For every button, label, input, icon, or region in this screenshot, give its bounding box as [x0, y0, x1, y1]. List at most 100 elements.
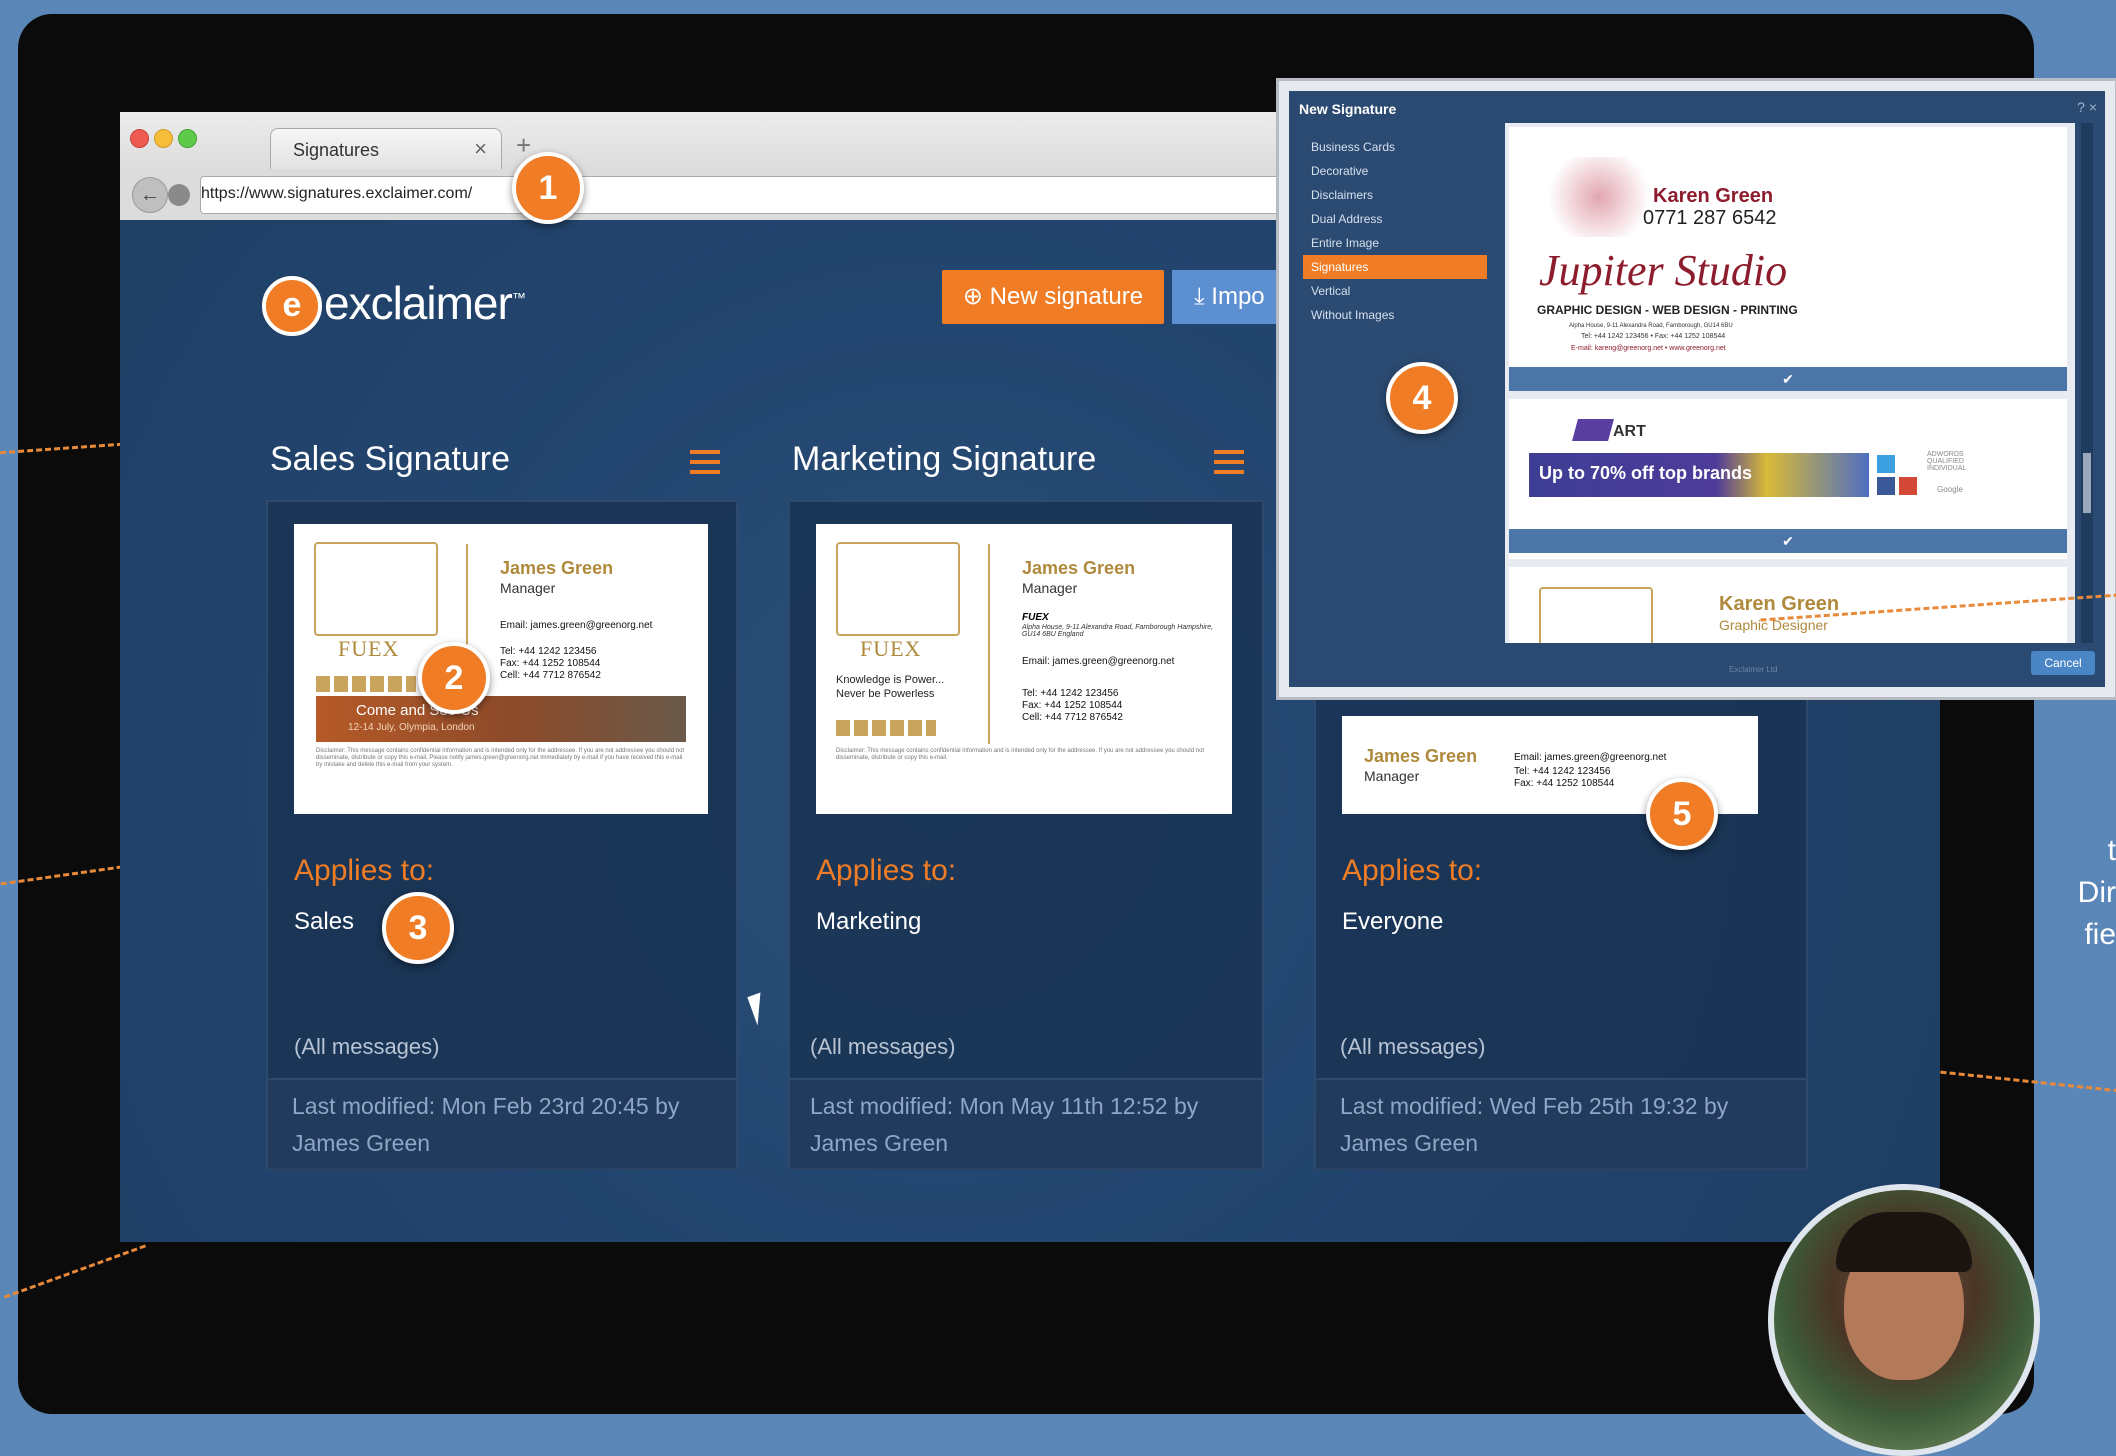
- template-tagline: GRAPHIC DESIGN - WEB DESIGN - PRINTING: [1537, 303, 1798, 317]
- company-address: Alpha House, 9-11 Alexandra Road, Farnbo…: [1022, 624, 1214, 638]
- sig-fax: Fax: +44 1252 108544: [1514, 778, 1615, 789]
- sig-role: Manager: [500, 580, 556, 596]
- google-text: Google: [1937, 485, 1963, 494]
- applies-label: Applies to:: [1342, 854, 1483, 887]
- dialog-controls[interactable]: ? ×: [2077, 99, 2097, 115]
- callout-badge-4: 4: [1386, 362, 1458, 434]
- category-decorative[interactable]: Decorative: [1303, 159, 1487, 183]
- sig-email: Email: james.green@greenorg.net: [1022, 656, 1175, 667]
- applies-value: Sales: [294, 908, 355, 935]
- dialog-title: New Signature: [1299, 101, 1397, 117]
- company-line: FUEX: [1022, 612, 1049, 623]
- sig-name: James Green: [1364, 746, 1478, 766]
- template-phone: 0771 287 6542: [1643, 207, 1777, 229]
- close-window-button[interactable]: [130, 129, 149, 148]
- plus-circle-icon: ⊕: [962, 283, 990, 310]
- category-without-images[interactable]: Without Images: [1303, 303, 1487, 327]
- tab-title: Signatures: [293, 140, 380, 160]
- card-footer: Last modified: Wed Feb 25th 19:32 by Jam…: [1316, 1078, 1806, 1170]
- signature-card[interactable]: FUEX James Green Manager Email: james.gr…: [266, 500, 738, 1170]
- floral-ornament-icon: [1539, 157, 1659, 237]
- scrollbar-thumb[interactable]: [2083, 453, 2091, 513]
- callout-badge-3: 3: [382, 892, 454, 964]
- dialog-footer: Exclaimer Ltd: [1729, 665, 1778, 674]
- applies-label: Applies to:: [816, 854, 957, 887]
- tagline-2: Never be Powerless: [836, 688, 935, 700]
- tab-close-icon[interactable]: ×: [474, 136, 487, 162]
- sig-email: Email: james.green@greenorg.net: [500, 620, 653, 631]
- template-studio: Jupiter Studio: [1539, 246, 1788, 295]
- disclaimer: Disclaimer: This message contains confid…: [836, 748, 1205, 761]
- cancel-button[interactable]: Cancel: [2031, 651, 2095, 675]
- sig-tel: Tel: +44 1242 123456: [1514, 766, 1611, 777]
- side-caption: t Dir fie: [2077, 834, 2116, 951]
- card-footer: Last modified: Mon Feb 23rd 20:45 by Jam…: [268, 1078, 736, 1170]
- user-avatar: [1768, 1184, 2040, 1456]
- menu-icon[interactable]: [690, 450, 720, 480]
- google-plus-icon: [1899, 477, 1917, 495]
- minimize-window-button[interactable]: [154, 129, 173, 148]
- template-brand: ART: [1613, 423, 1646, 440]
- tab-signatures[interactable]: Signatures ×: [270, 128, 502, 169]
- applies-value: Everyone: [1342, 908, 1444, 935]
- signature-card[interactable]: FUEX Knowledge is Power... Never be Powe…: [788, 500, 1264, 1170]
- template-card[interactable]: ART Up to 70% off top brands ADWORDS QUA…: [1509, 399, 2067, 559]
- category-vertical[interactable]: Vertical: [1303, 279, 1487, 303]
- category-entire-image[interactable]: Entire Image: [1303, 231, 1487, 255]
- adwords-badge: ADWORDS QUALIFIED INDIVIDUAL: [1927, 451, 1967, 472]
- template-name: Karen Green: [1653, 185, 1774, 207]
- tagline-1: Knowledge is Power...: [836, 674, 945, 686]
- scope-label: (All messages): [810, 1034, 956, 1059]
- promo-banner[interactable]: Up to 70% off top brands: [1529, 453, 1869, 497]
- category-list: Business Cards Decorative Disclaimers Du…: [1303, 135, 1487, 327]
- last-modified: Last modified: Mon May 11th 12:52 by Jam…: [810, 1093, 1199, 1156]
- art-logo-icon: [1572, 419, 1614, 441]
- divider: [988, 544, 990, 744]
- company-name: FUEX: [338, 636, 400, 661]
- template-name: Karen Green: [1719, 593, 1840, 615]
- exclaimer-logo-icon: e: [262, 276, 322, 336]
- eagle-logo-icon: [1539, 587, 1653, 643]
- sig-cell: Cell: +44 7712 876542: [500, 670, 601, 681]
- scope-label: (All messages): [1340, 1034, 1486, 1059]
- category-disclaimers[interactable]: Disclaimers: [1303, 183, 1487, 207]
- mouse-cursor-icon: [747, 992, 771, 1026]
- sig-tel: Tel: +44 1242 123456: [500, 646, 597, 657]
- sig-fax: Fax: +44 1252 108544: [500, 658, 601, 669]
- category-dual-address[interactable]: Dual Address: [1303, 207, 1487, 231]
- event-banner[interactable]: Come and See Us 12-14 July, Olympia, Lon…: [316, 696, 686, 742]
- sig-fax: Fax: +44 1252 108544: [1022, 700, 1123, 711]
- last-modified: Last modified: Mon Feb 23rd 20:45 by Jam…: [292, 1093, 680, 1156]
- new-signature-button[interactable]: ⊕ New signature: [942, 270, 1164, 324]
- signature-preview[interactable]: FUEX James Green Manager Email: james.gr…: [294, 524, 708, 814]
- sig-email: Email: james.green@greenorg.net: [1514, 752, 1667, 763]
- applies-label: Applies to:: [294, 854, 435, 887]
- promo-text: Up to 70% off top brands: [1539, 463, 1752, 483]
- callout-badge-5: 5: [1646, 778, 1718, 850]
- sig-name: James Green: [500, 558, 614, 578]
- category-business-cards[interactable]: Business Cards: [1303, 135, 1487, 159]
- eagle-logo-icon: [836, 542, 960, 636]
- download-icon: ⤓: [1194, 283, 1212, 310]
- menu-icon[interactable]: [1214, 450, 1244, 480]
- dialog-scrollbar[interactable]: [2081, 123, 2093, 643]
- template-card[interactable]: Karen Green 0771 287 6542 Jupiter Studio…: [1509, 127, 2067, 391]
- twitter-icon: [1877, 455, 1895, 473]
- template-select-bar[interactable]: ✔: [1509, 367, 2067, 391]
- last-modified: Last modified: Wed Feb 25th 19:32 by Jam…: [1340, 1093, 1729, 1156]
- signature-preview[interactable]: FUEX Knowledge is Power... Never be Powe…: [816, 524, 1232, 814]
- social-icons: [316, 676, 416, 692]
- back-arrow-icon[interactable]: ←: [132, 177, 168, 213]
- hair-shape: [1836, 1212, 1972, 1272]
- facebook-icon: [1877, 477, 1895, 495]
- category-signatures[interactable]: Signatures: [1303, 255, 1487, 279]
- maximize-window-button[interactable]: [178, 129, 197, 148]
- sig-name: James Green: [1022, 558, 1136, 578]
- scope-label: (All messages): [294, 1034, 440, 1059]
- template-gallery: Karen Green 0771 287 6542 Jupiter Studio…: [1505, 123, 2075, 643]
- url-text: https://www.signatures.exclaimer.com/: [201, 185, 473, 202]
- card-footer: Last modified: Mon May 11th 12:52 by Jam…: [790, 1078, 1262, 1170]
- sig-tel: Tel: +44 1242 123456: [1022, 688, 1119, 699]
- template-select-bar[interactable]: ✔: [1509, 529, 2067, 553]
- template-contact: Tel: +44 1242 123456 • Fax: +44 1252 108…: [1581, 333, 1726, 340]
